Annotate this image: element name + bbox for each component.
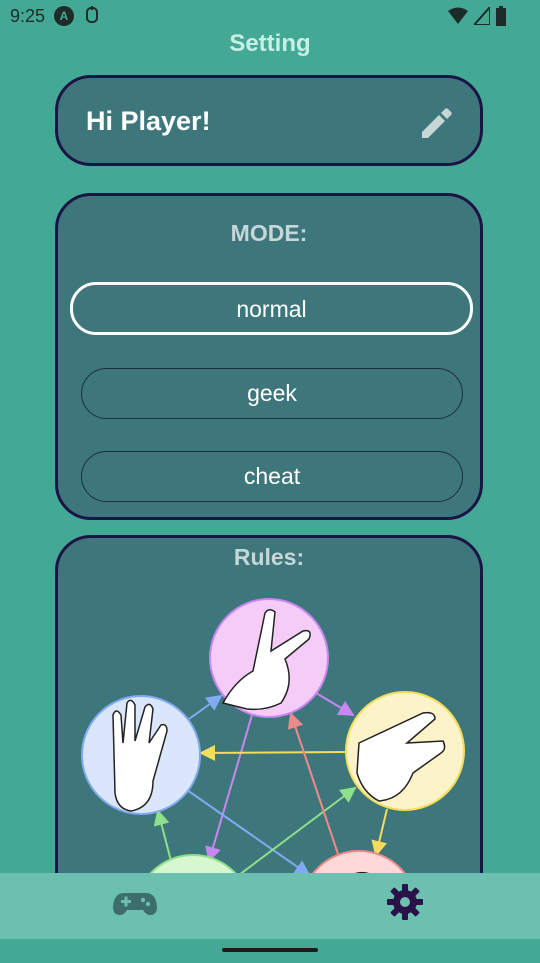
paper-gesture: [345, 691, 465, 811]
rules-label: Rules:: [233, 544, 305, 570]
status-bar: 9:25 A: [0, 0, 540, 34]
player-greeting: Hi Player!: [86, 106, 211, 136]
mode-label: MODE:: [230, 220, 308, 246]
rule-arrow-spock-scissors: [188, 694, 223, 720]
scissors-gesture: [209, 598, 329, 718]
rule-arrow-rock-scissors: [287, 712, 339, 855]
rule-arrow-paper-spock: [199, 744, 347, 761]
player-name-card: Hi Player!: [55, 75, 483, 166]
rule-arrow-scissors-paper: [315, 692, 355, 717]
wifi-icon: [448, 7, 468, 24]
rule-arrow-lizard-spock: [153, 809, 172, 862]
pencil-icon[interactable]: [418, 106, 454, 142]
gamepad-icon[interactable]: [112, 887, 158, 919]
rule-arrow-scissors-lizard: [205, 714, 253, 863]
android-auto-icon: A: [54, 6, 74, 26]
gear-icon[interactable]: [386, 883, 424, 921]
home-gesture-bar[interactable]: [222, 948, 318, 952]
notification-icon: [86, 6, 98, 23]
mode-cheat-button[interactable]: cheat: [81, 451, 463, 502]
rule-arrow-lizard-paper: [236, 786, 357, 876]
battery-icon: [496, 6, 506, 26]
bottom-navigation: [0, 873, 540, 939]
mode-card: MODE: normal geek cheat: [55, 193, 483, 520]
status-icons: [448, 6, 506, 26]
signal-icon: [474, 7, 490, 25]
mode-geek-button[interactable]: geek: [81, 368, 463, 419]
rule-arrow-spock-rock: [186, 789, 311, 876]
mode-normal-button[interactable]: normal: [70, 282, 473, 335]
rule-arrow-paper-rock: [371, 808, 388, 857]
page-title: Setting: [229, 30, 311, 57]
status-time: 9:25: [10, 6, 46, 26]
spock-gesture: [81, 695, 201, 815]
